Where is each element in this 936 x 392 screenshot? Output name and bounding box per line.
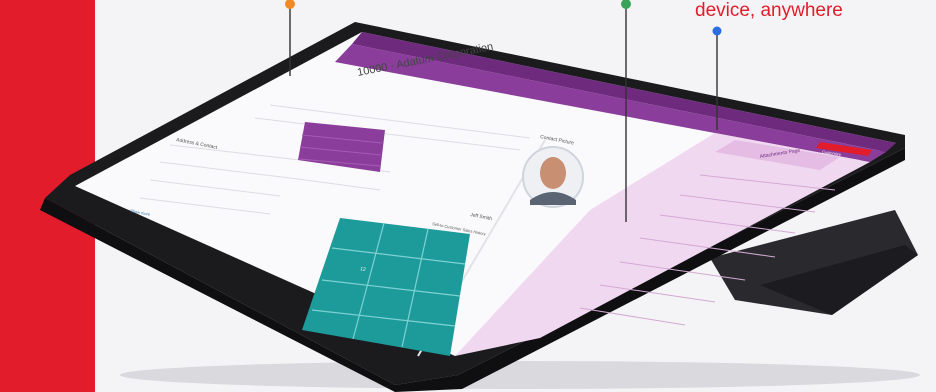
pin-green xyxy=(621,0,631,9)
pin-orange xyxy=(285,0,295,9)
tagline-text: device, anywhere xyxy=(695,0,843,21)
tablet-illustration: 10000 · Adatum Corporation Address & Con… xyxy=(40,0,920,392)
tablet-shadow xyxy=(120,361,920,389)
contact-photo-face xyxy=(540,157,566,189)
